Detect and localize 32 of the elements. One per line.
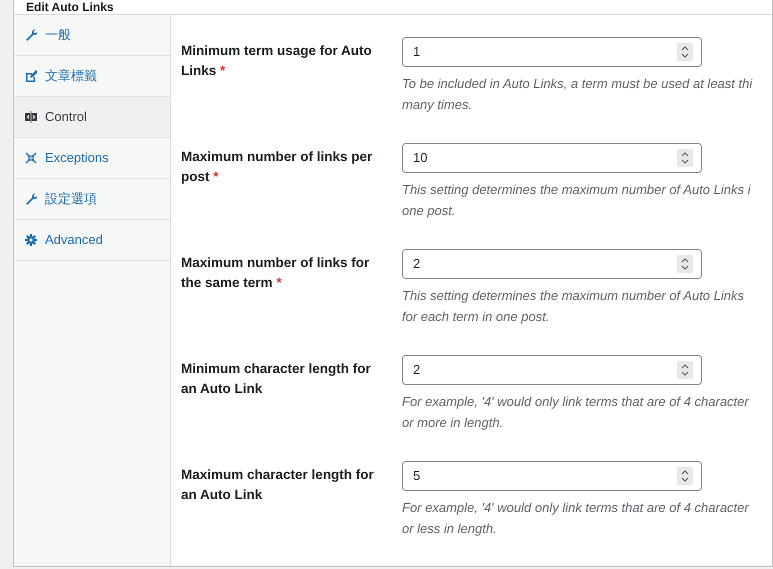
number-input[interactable]: 1: [402, 37, 702, 67]
field-label: Maximum character length for an Auto Link: [181, 466, 375, 504]
number-input[interactable]: 2: [402, 249, 702, 279]
field-description: This setting determines the maximum number of Auto Links for each term in one post.: [402, 287, 744, 326]
sidebar-tab[interactable]: 設定選項: [14, 179, 170, 220]
field-label: Minimum term usage for Auto Links *: [181, 42, 373, 80]
gear-icon: [25, 234, 37, 246]
number-input[interactable]: 10: [402, 143, 702, 173]
field-description: To be included in Auto Links, a term must be used at least thi many times.: [402, 75, 752, 114]
wrench-icon: [25, 29, 37, 41]
window-title: Edit Auto Links: [26, 0, 114, 14]
split-panel-icon: [25, 111, 37, 123]
spinner-icon[interactable]: [677, 467, 693, 485]
sidebar-tab[interactable]: Exceptions: [14, 138, 170, 179]
field-label: Minimum character length for an Auto Link: [181, 360, 372, 398]
field-description: For example, '4' would only link terms that are of 4 character or more in length.: [402, 393, 749, 432]
spinner-icon[interactable]: [677, 255, 693, 273]
field-description: This setting determines the maximum number of Auto Links i one post.: [402, 181, 750, 220]
sidebar-tab[interactable]: Control: [14, 97, 170, 138]
spinner-icon[interactable]: [677, 361, 693, 379]
field-label: Maximum number of links for the same term *: [181, 254, 370, 292]
sidebar-tab[interactable]: 一般: [14, 15, 170, 56]
number-input[interactable]: 5: [402, 461, 702, 491]
field-label: Maximum number of links per post *: [181, 148, 374, 186]
number-input[interactable]: 2: [402, 355, 702, 385]
spinner-icon[interactable]: [677, 149, 693, 167]
wrench-icon: [25, 193, 37, 205]
edit-note-icon: [25, 70, 37, 82]
shrink-arrows-icon: [25, 152, 37, 164]
field-description: For example, '4' would only link terms that are of 4 character or less in length.: [402, 499, 749, 538]
sidebar-tab[interactable]: Advanced: [14, 220, 170, 261]
spinner-icon[interactable]: [677, 43, 693, 61]
